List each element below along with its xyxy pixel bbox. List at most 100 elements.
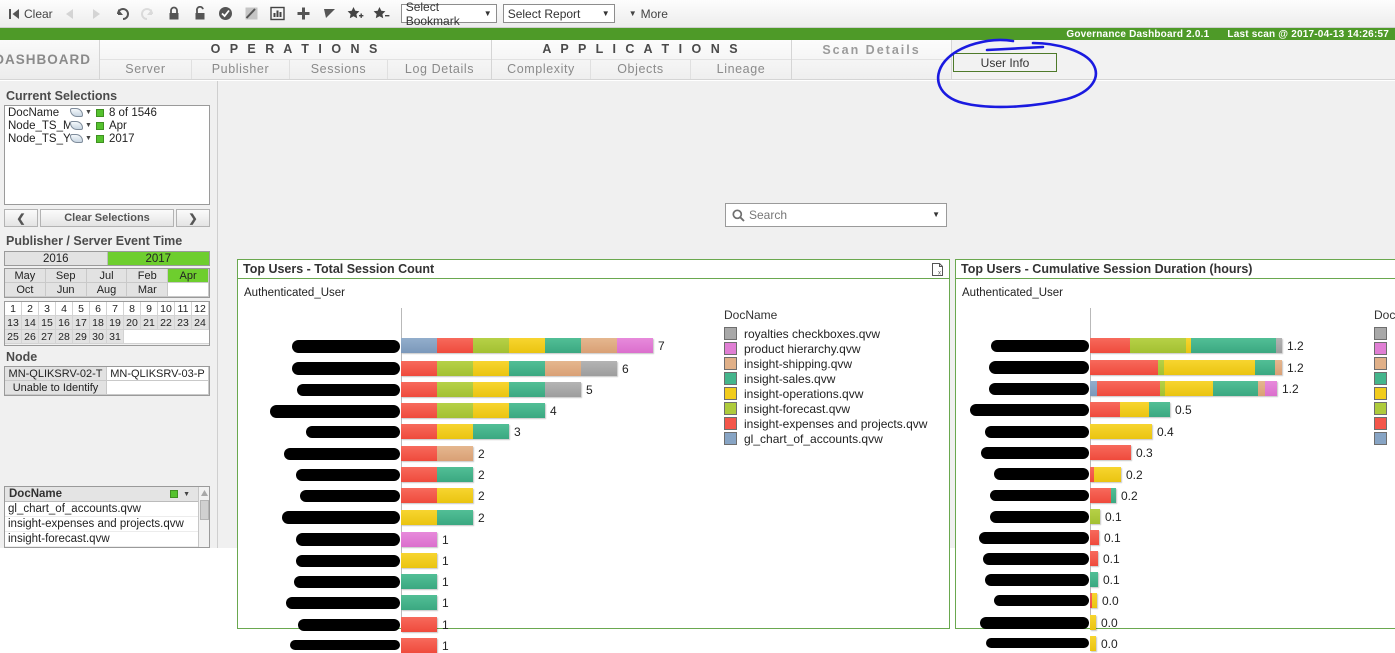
day-16[interactable]: 16 (56, 316, 73, 330)
user-info-button[interactable]: User Info (953, 53, 1057, 72)
selection-row[interactable]: Node_TS_M... ▼ Apr (5, 119, 209, 132)
day-10[interactable]: 10 (158, 302, 175, 316)
bar-segment[interactable] (1276, 338, 1282, 353)
month-jun[interactable]: Jun (45, 283, 87, 297)
day-11[interactable]: 11 (175, 302, 192, 316)
legend-item[interactable]: insight-shipping.qvw (1374, 356, 1395, 371)
bar-segment[interactable] (1255, 360, 1275, 375)
bar-segment[interactable] (1111, 488, 1116, 503)
bar-row[interactable]: 1 (401, 574, 449, 589)
month-apr[interactable]: Apr (168, 269, 209, 283)
bar-segment[interactable] (437, 446, 473, 461)
bar-segment[interactable] (473, 382, 509, 397)
bar-segment[interactable] (401, 338, 437, 353)
tab-complexity[interactable]: Complexity (492, 59, 591, 79)
day-9[interactable]: 9 (141, 302, 158, 316)
bar-row[interactable]: 1 (401, 532, 449, 547)
clear-selections-button[interactable]: Clear Selections (40, 209, 174, 227)
tab-log-details[interactable]: Log Details (388, 60, 491, 79)
legend-item[interactable]: insight-sales.qvw (1374, 371, 1395, 386)
clear-button[interactable]: Clear (4, 1, 57, 27)
chart-button[interactable] (265, 1, 291, 27)
legend-item[interactable]: gl_chart_of_accounts.qvw (724, 431, 927, 446)
bar-segment[interactable] (401, 574, 437, 589)
bar-row[interactable]: 5 (401, 382, 593, 397)
select-bookmark-dropdown[interactable]: Select Bookmark ▼ (400, 0, 497, 28)
bar-segment[interactable] (1275, 360, 1282, 375)
day-23[interactable]: 23 (175, 316, 192, 330)
bar-row[interactable]: 0.0 (1090, 615, 1118, 630)
bar-segment[interactable] (401, 382, 437, 397)
bar-segment[interactable] (509, 403, 545, 418)
bar-row[interactable]: 0.2 (1090, 488, 1138, 503)
bar-row[interactable]: 3 (401, 424, 521, 439)
legend-item[interactable]: product hierarchy.qvw (1374, 341, 1395, 356)
bar-segment[interactable] (1090, 572, 1098, 587)
bar-segment[interactable] (1092, 593, 1097, 608)
forward-button[interactable] (83, 1, 109, 27)
bar-row[interactable]: 0.1 (1090, 530, 1121, 545)
month-mar[interactable]: Mar (127, 283, 169, 297)
bar-segment[interactable] (437, 382, 473, 397)
bar-segment[interactable] (1090, 530, 1099, 545)
back-button[interactable] (57, 1, 83, 27)
bar-segment[interactable] (509, 338, 545, 353)
day-24[interactable]: 24 (192, 316, 209, 330)
bar-segment[interactable] (509, 361, 545, 376)
node-item-2[interactable]: Unable to Identify (5, 381, 107, 395)
bar-row[interactable]: 0.4 (1090, 424, 1174, 439)
bar-segment[interactable] (401, 403, 437, 418)
month-aug[interactable]: Aug (86, 283, 128, 297)
legend-item[interactable]: insight-expenses and projects.qvw (724, 416, 927, 431)
month-may[interactable]: May (5, 269, 46, 283)
bar-row[interactable]: 0.1 (1090, 572, 1120, 587)
bar-segment[interactable] (1164, 360, 1255, 375)
day-2[interactable]: 2 (22, 302, 39, 316)
bar-segment[interactable] (1120, 402, 1149, 417)
legend-item[interactable]: product hierarchy.qvw (724, 341, 927, 356)
bar-segment[interactable] (401, 638, 437, 653)
bar-segment[interactable] (401, 361, 437, 376)
eraser-icon[interactable] (70, 108, 83, 117)
node-item-0[interactable]: MN-QLIKSRV-02-T (5, 367, 107, 381)
bar-segment[interactable] (437, 510, 473, 525)
bar-segment[interactable] (581, 361, 617, 376)
bar-segment[interactable] (473, 361, 509, 376)
bar-row[interactable]: 7 (401, 338, 665, 353)
day-26[interactable]: 26 (22, 330, 39, 344)
tab-lineage[interactable]: Lineage (691, 60, 791, 79)
bar-segment[interactable] (1090, 424, 1152, 439)
day-14[interactable]: 14 (22, 316, 39, 330)
next-selection-button[interactable]: ❯ (176, 209, 210, 227)
month-jul[interactable]: Jul (86, 269, 128, 283)
edit-button[interactable] (239, 1, 265, 27)
bar-segment[interactable] (437, 403, 473, 418)
bar-segment[interactable] (1191, 338, 1276, 353)
bar-segment[interactable] (437, 361, 473, 376)
list-item[interactable]: gl_chart_of_accounts.qvw (5, 502, 198, 517)
bar-segment[interactable] (1090, 402, 1120, 417)
legend-item[interactable]: royalties checkboxes.qvw (724, 326, 927, 341)
bar-row[interactable]: 0.1 (1090, 509, 1122, 524)
bar-segment[interactable] (473, 424, 509, 439)
docname-scrollbar[interactable] (198, 487, 209, 547)
bar-segment[interactable] (1090, 636, 1096, 651)
bar-segment[interactable] (509, 382, 545, 397)
bar-segment[interactable] (473, 338, 509, 353)
chevron-down-icon[interactable]: ▼ (85, 135, 92, 142)
day-13[interactable]: 13 (5, 316, 22, 330)
bar-row[interactable]: 0.0 (1090, 593, 1119, 608)
bar-row[interactable]: 1.2 (1090, 360, 1304, 375)
bar-row[interactable]: 1 (401, 638, 449, 653)
day-29[interactable]: 29 (73, 330, 90, 344)
bar-segment[interactable] (1090, 381, 1097, 396)
bar-segment[interactable] (1090, 360, 1158, 375)
select-button[interactable] (317, 1, 343, 27)
bar-segment[interactable] (1090, 551, 1098, 566)
bar-segment[interactable] (401, 510, 437, 525)
bar-segment[interactable] (1094, 467, 1121, 482)
day-15[interactable]: 15 (39, 316, 56, 330)
bar-row[interactable]: 6 (401, 361, 629, 376)
selection-row[interactable]: DocName ▼ 8 of 1546 (5, 106, 209, 119)
day-20[interactable]: 20 (124, 316, 141, 330)
